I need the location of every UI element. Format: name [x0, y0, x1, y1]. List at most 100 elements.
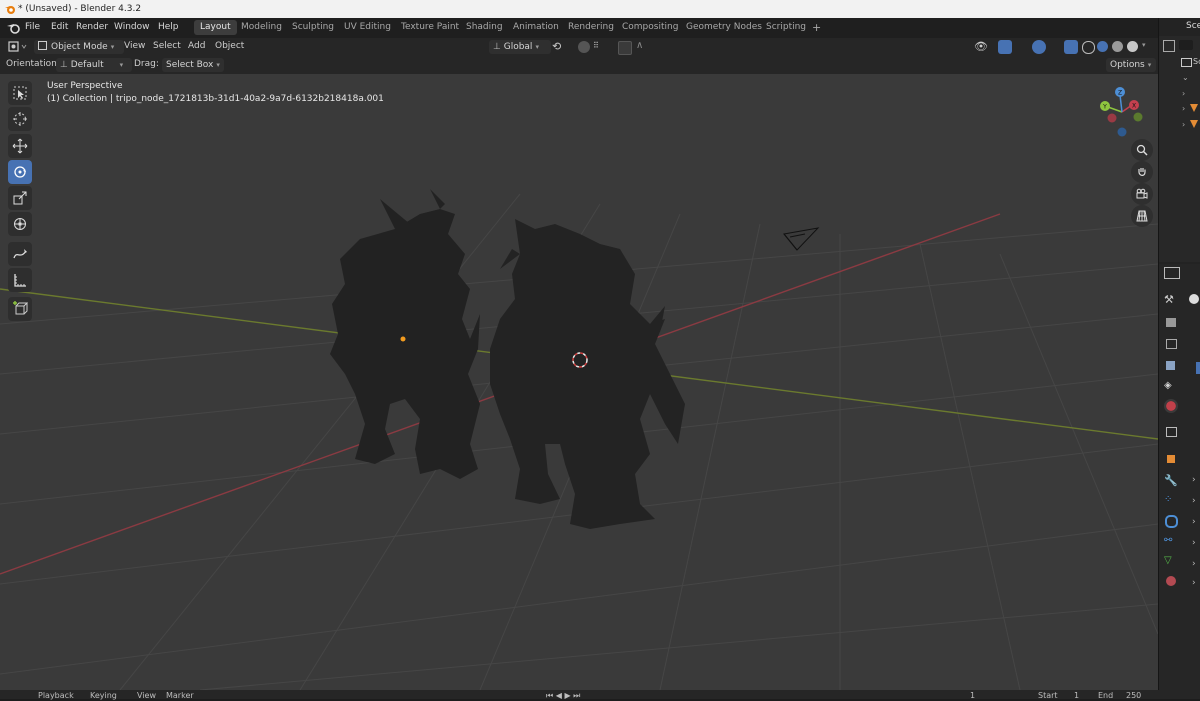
viewport-scene — [0, 189, 1158, 690]
blender-menu-icon[interactable] — [6, 22, 20, 34]
tab-sculpting[interactable]: Sculpting — [286, 20, 340, 35]
solid-shading-icon[interactable] — [1097, 41, 1108, 52]
xray-toggle-icon[interactable] — [1064, 40, 1078, 54]
outliner-search-field[interactable] — [1179, 40, 1193, 50]
snap-icon[interactable] — [578, 41, 590, 53]
negative-x-handle-icon[interactable] — [1107, 113, 1117, 123]
falloff-icon[interactable]: ∧ — [636, 40, 643, 51]
constraints-icon[interactable]: ⚯ — [1164, 535, 1178, 549]
object-data-icon[interactable]: ▽ — [1164, 555, 1178, 569]
panel-expand-chevron-icon[interactable]: › — [1192, 538, 1196, 548]
material-shading-icon[interactable] — [1112, 41, 1123, 52]
tab-animation[interactable]: Animation — [507, 20, 565, 35]
object-properties-icon[interactable] — [1167, 455, 1175, 463]
shading-options-chevron-icon[interactable]: ▾ — [1142, 41, 1146, 49]
tool-properties-icon[interactable]: ⚒ — [1164, 293, 1178, 307]
mesh-object-icon[interactable] — [1190, 104, 1198, 112]
tool-annotate[interactable] — [8, 242, 32, 266]
options-dropdown[interactable]: Options ▾ — [1106, 58, 1156, 72]
editor-type-icon[interactable] — [8, 41, 28, 53]
perspective-toggle-button[interactable] — [1131, 205, 1153, 227]
playback-controls-icon[interactable]: ⏮ ◀ ▶ ⏭ — [546, 691, 580, 701]
add-workspace-button[interactable]: + — [806, 20, 827, 35]
navigation-gizmo[interactable]: Z X Y — [1094, 86, 1150, 142]
world-properties-icon[interactable] — [1164, 399, 1178, 413]
monster-model-left[interactable] — [330, 189, 480, 479]
tab-rendering[interactable]: Rendering — [562, 20, 620, 35]
modifier-wrench-icon[interactable]: 🔧 — [1164, 474, 1178, 488]
proportional-edit-icon[interactable] — [618, 41, 632, 55]
zoom-magnifier-icon — [1136, 144, 1148, 156]
negative-z-handle-icon[interactable] — [1117, 127, 1127, 137]
drag-dropdown[interactable]: Select Box ▾ — [162, 58, 224, 72]
tool-measure[interactable] — [8, 268, 32, 292]
tab-scripting[interactable]: Scripting — [760, 20, 812, 35]
select-menu[interactable]: Select — [153, 41, 181, 51]
scene-properties-icon[interactable]: ◈ — [1164, 380, 1178, 394]
material-properties-icon[interactable] — [1166, 576, 1176, 586]
expand-chevron-icon[interactable]: › — [1182, 89, 1185, 98]
tool-add-cube[interactable] — [8, 297, 32, 321]
mesh-object-icon[interactable] — [1190, 120, 1198, 128]
tab-compositing[interactable]: Compositing — [616, 20, 684, 35]
add-menu[interactable]: Add — [188, 41, 205, 51]
mode-dropdown[interactable]: Object Mode ▾ — [34, 40, 124, 54]
collection-properties-icon[interactable] — [1166, 427, 1177, 437]
menu-help[interactable]: Help — [158, 22, 179, 32]
menu-edit[interactable]: Edit — [51, 22, 68, 32]
tool-cursor[interactable] — [8, 107, 32, 131]
snap-target-icon[interactable]: ⠿ — [593, 41, 599, 50]
visibility-eye-icon[interactable]: 👁 — [974, 40, 988, 53]
overlays-toggle-icon[interactable] — [1032, 40, 1046, 54]
camera-object-icon[interactable] — [783, 227, 820, 251]
expand-chevron-icon[interactable]: ⌄ — [1182, 73, 1189, 82]
wireframe-shading-icon[interactable] — [1082, 41, 1095, 54]
tool-select-box[interactable] — [8, 81, 32, 105]
tab-modeling[interactable]: Modeling — [235, 20, 288, 35]
physics-icon[interactable] — [1165, 515, 1178, 528]
tab-uv-editing[interactable]: UV Editing — [338, 20, 397, 35]
active-tab-marker — [1196, 362, 1200, 374]
output-properties-icon[interactable] — [1166, 339, 1177, 349]
tab-texture-paint[interactable]: Texture Paint — [395, 20, 465, 35]
panel-expand-chevron-icon[interactable]: › — [1192, 517, 1196, 527]
view-menu[interactable]: View — [124, 41, 145, 51]
expand-chevron-icon[interactable]: › — [1182, 104, 1185, 113]
properties-editor-icon[interactable] — [1164, 267, 1180, 279]
pivot-point-icon[interactable]: ⟲ — [552, 40, 561, 53]
zoom-button[interactable] — [1131, 139, 1153, 161]
outliner-filter-icon[interactable] — [1163, 40, 1175, 52]
panel-expand-chevron-icon[interactable]: › — [1192, 496, 1196, 506]
menu-file[interactable]: File — [25, 22, 40, 32]
menu-window[interactable]: Window — [114, 22, 150, 32]
top-menu-bar: File Edit Render Window Help Layout Mode… — [0, 18, 1200, 38]
monster-model-right[interactable] — [490, 219, 685, 529]
tool-rotate[interactable] — [8, 160, 32, 184]
panel-expand-chevron-icon[interactable]: › — [1192, 578, 1196, 588]
x-axis-label: X — [1132, 103, 1136, 110]
gizmo-toggle-icon[interactable] — [998, 40, 1012, 54]
panel-expand-chevron-icon[interactable]: › — [1192, 559, 1196, 569]
particles-icon[interactable]: ⁘ — [1164, 494, 1178, 508]
tab-shading[interactable]: Shading — [460, 20, 509, 35]
expand-chevron-icon[interactable]: › — [1182, 120, 1185, 129]
tool-transform[interactable] — [8, 212, 32, 236]
menu-render[interactable]: Render — [76, 22, 108, 32]
pan-button[interactable] — [1131, 161, 1153, 183]
object-menu[interactable]: Object — [215, 41, 244, 51]
orientation-dropdown[interactable]: ⊥ Default ▾ — [56, 58, 132, 72]
tab-layout[interactable]: Layout — [194, 20, 237, 35]
tab-geometry-nodes[interactable]: Geometry Nodes — [680, 20, 768, 35]
world-preview-icon — [1189, 294, 1199, 304]
negative-y-handle-icon[interactable] — [1133, 112, 1143, 122]
tool-scale[interactable] — [8, 186, 32, 210]
view-layer-properties-icon[interactable] — [1166, 361, 1175, 370]
3d-viewport[interactable] — [0, 74, 1158, 690]
cursor-icon — [13, 112, 27, 126]
transform-orientation-dropdown[interactable]: ⊥ Global ▾ — [489, 40, 551, 54]
render-properties-icon[interactable] — [1166, 318, 1176, 327]
panel-expand-chevron-icon[interactable]: › — [1192, 475, 1196, 485]
rendered-shading-icon[interactable] — [1127, 41, 1138, 52]
tool-move[interactable] — [8, 134, 32, 158]
camera-view-button[interactable] — [1131, 183, 1153, 205]
